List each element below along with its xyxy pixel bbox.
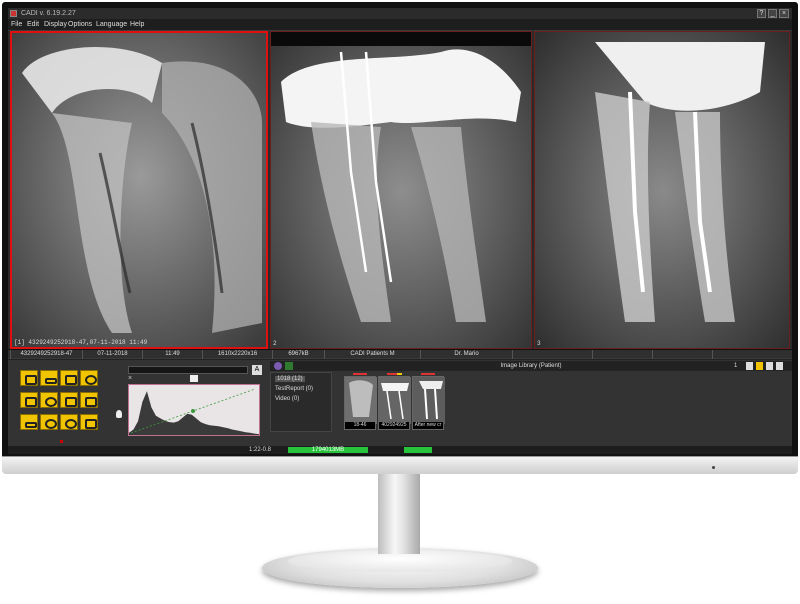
- thumbnail-marker: [421, 373, 435, 375]
- menu-file[interactable]: File: [11, 19, 22, 30]
- contrast-icon[interactable]: [60, 414, 78, 430]
- thumbnail-marker: [353, 373, 367, 375]
- library-prev-icon[interactable]: [746, 362, 753, 370]
- tree-item-testreport[interactable]: TestReport (0): [275, 386, 313, 392]
- screen: CADI v. 6.19.2.27 ? _ × File Edit Displa…: [8, 8, 792, 454]
- tree-item-1018[interactable]: 1018 (12): [275, 376, 305, 382]
- viewport-3[interactable]: 3: [534, 31, 790, 349]
- library-view-icon[interactable]: [766, 362, 773, 370]
- info-date: 07-11-2018: [82, 350, 142, 359]
- menu-language[interactable]: Language: [96, 19, 127, 30]
- trash-icon[interactable]: [80, 392, 98, 408]
- flip-icon[interactable]: [80, 414, 98, 430]
- library-tree: 1018 (12) TestReport (0) Video (0): [270, 372, 332, 432]
- xray-image-2: [271, 32, 531, 348]
- viewport-3-label: 3: [537, 340, 541, 347]
- activity-indicator: [404, 447, 432, 453]
- library-settings-icon[interactable]: [776, 362, 783, 370]
- viewport-1[interactable]: [1] 4329249252918-47,07-11-2018 11:49: [10, 31, 268, 349]
- histogram-icon[interactable]: [20, 414, 38, 430]
- info-empty-3: [652, 350, 712, 359]
- title-bar: CADI v. 6.19.2.27 ? _ ×: [8, 8, 792, 19]
- info-empty-4: [712, 350, 790, 359]
- histogram-chart[interactable]: [128, 384, 260, 436]
- thumbnail-2[interactable]: 402924925: [378, 373, 411, 430]
- info-time: 11:49: [142, 350, 202, 359]
- info-empty-2: [592, 350, 652, 359]
- image-library-header: Image Library (Patient) 1: [270, 361, 792, 371]
- library-next-icon[interactable]: [756, 362, 763, 370]
- viewport-1-label: [1] 4329249252918-47,07-11-2018 11:49: [14, 339, 148, 346]
- info-patient-id: 4329249252918-47: [10, 350, 82, 359]
- transfer-curve-handle[interactable]: [191, 409, 195, 413]
- library-page-number: 1: [734, 363, 738, 369]
- app-icon: [10, 10, 17, 17]
- reset-x-mark[interactable]: ×: [128, 375, 132, 382]
- xray-image-1: [12, 33, 266, 347]
- status-left-value: 1:22-0.8: [248, 447, 272, 453]
- pencil-icon[interactable]: [60, 370, 78, 386]
- thumbnail-1-caption: 18-46: [345, 422, 375, 429]
- menu-options[interactable]: Options: [68, 19, 92, 30]
- thumbnail-1[interactable]: 18-46: [344, 373, 377, 430]
- xray-image-3: [535, 32, 789, 348]
- help-button[interactable]: ?: [757, 9, 766, 18]
- histogram-panel: A ×: [114, 362, 264, 444]
- info-file-size: 6967kB: [272, 350, 324, 359]
- histogram-svg: [129, 388, 259, 435]
- thumbnail-2-caption: 402924925: [379, 422, 409, 429]
- menu-bar: File Edit Display Options Language Help: [8, 19, 792, 30]
- thumbnail-1-image: [345, 377, 377, 424]
- zoom-measure-icon[interactable]: [80, 370, 98, 386]
- thumbnail-3-image: [413, 377, 445, 424]
- minimize-button[interactable]: _: [768, 9, 777, 18]
- tree-item-video[interactable]: Video (0): [275, 396, 299, 402]
- magnifier-icon[interactable]: [40, 392, 58, 408]
- rotate-icon[interactable]: [40, 414, 58, 430]
- brightness-bulb-icon[interactable]: [116, 410, 122, 418]
- info-patient: CADI Patients M: [324, 350, 420, 359]
- viewport-area: [1] 4329249252918-47,07-11-2018 11:49 2 …: [8, 31, 792, 349]
- bottom-panel: A × Image Library (Patient) 1 1018 (12) …: [8, 359, 792, 446]
- close-button[interactable]: ×: [779, 9, 789, 18]
- film-strip-icon[interactable]: [40, 370, 58, 386]
- window-title: CADI v. 6.19.2.27: [21, 10, 76, 17]
- monitor-stand-neck: [378, 474, 420, 554]
- monitor-scene: CADI v. 6.19.2.27 ? _ × File Edit Displa…: [0, 0, 800, 604]
- memory-indicator: 1794013MB: [288, 447, 368, 453]
- viewport-2[interactable]: 2: [270, 31, 532, 349]
- layout-icon[interactable]: [20, 392, 38, 408]
- viewport-2-label: 2: [273, 340, 277, 347]
- menu-help[interactable]: Help: [130, 19, 144, 30]
- image-stack-icon[interactable]: [20, 370, 38, 386]
- tool-palette: [20, 370, 100, 436]
- status-bar: 1:22-0.8 1794013MB: [8, 446, 792, 454]
- save-icon[interactable]: [60, 392, 78, 408]
- window-level-slider[interactable]: [128, 366, 248, 374]
- info-empty-1: [512, 350, 592, 359]
- image-info-bar: 4329249252918-47 07-11-2018 11:49 1610x2…: [8, 349, 792, 359]
- active-tool-indicator: [60, 440, 63, 443]
- power-led: [712, 466, 715, 469]
- pause-icon[interactable]: [190, 375, 198, 382]
- info-doctor: Dr. Mario: [420, 350, 512, 359]
- histogram-area: [129, 391, 259, 435]
- menu-display[interactable]: Display: [44, 19, 67, 30]
- thumbnail-3[interactable]: After new cr: [412, 373, 445, 430]
- menu-edit[interactable]: Edit: [27, 19, 39, 30]
- thumbnail-marker-yellow: [397, 373, 402, 375]
- info-dimensions: 1610x2220x16: [202, 350, 272, 359]
- thumbnail-3-caption: After new cr: [413, 422, 443, 429]
- monitor-chin: [2, 456, 798, 474]
- image-library-title: Image Library (Patient): [500, 363, 562, 369]
- auto-level-button[interactable]: A: [252, 365, 262, 375]
- thumbnail-2-image: [379, 377, 411, 424]
